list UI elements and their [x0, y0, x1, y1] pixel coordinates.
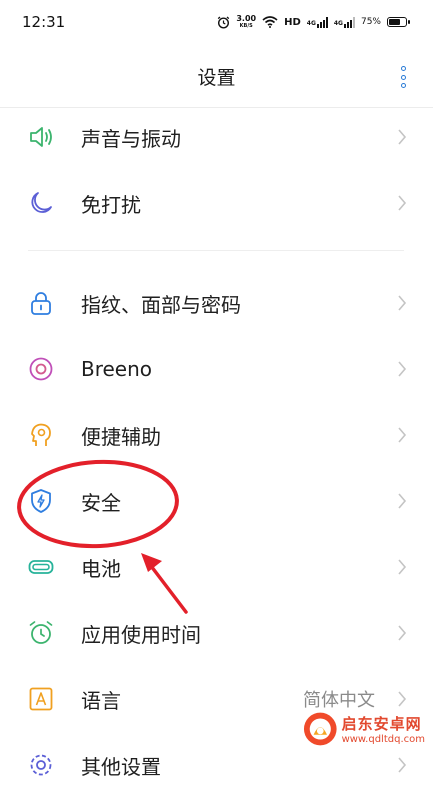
- network-speed-unit: KB/S: [239, 23, 253, 29]
- settings-item-convenience-aids[interactable]: 便捷辅助: [0, 402, 433, 468]
- battery-fill: [389, 19, 400, 25]
- status-icons: 3.00 KB/S HD 4G 4G 75%: [217, 14, 410, 30]
- sim2-network-type: 4G: [333, 19, 343, 27]
- chevron-right-icon: [398, 195, 407, 211]
- watermark: 启东安卓网 www.qdltdq.com: [303, 709, 425, 749]
- more-dot: [400, 66, 406, 71]
- network-speed-value: 3.00: [236, 14, 257, 23]
- watermark-text: 启东安卓网 www.qdltdq.com: [342, 713, 425, 745]
- battery-percent: 75%: [360, 17, 381, 27]
- settings-item-label: 便捷辅助: [81, 424, 161, 449]
- more-dot: [400, 74, 406, 80]
- more-options-button[interactable]: [399, 66, 407, 88]
- clock-icon: [29, 621, 53, 644]
- settings-item-label: 免打扰: [81, 192, 141, 217]
- lock-icon: [31, 292, 51, 315]
- status-bar: 12:31 3.00 KB/S HD 4G 4G 75%: [0, 0, 433, 44]
- sim1-signal: 4G: [306, 16, 328, 28]
- settings-item-security[interactable]: 安全: [0, 468, 433, 534]
- signal-icon: [316, 16, 328, 28]
- settings-item-label: 电池: [81, 556, 121, 581]
- battery-icon: [28, 560, 54, 574]
- settings-item-label: 语言: [81, 688, 121, 713]
- settings-item-battery[interactable]: 电池: [0, 534, 433, 600]
- shield-icon: [31, 489, 51, 513]
- sim1-network-type: 4G: [306, 19, 316, 27]
- more-dot: [400, 83, 406, 88]
- chevron-right-icon: [398, 129, 407, 145]
- settings-item-label: Breeno: [81, 357, 153, 381]
- chevron-right-icon: [398, 493, 407, 509]
- watermark-logo-icon: [303, 712, 337, 746]
- gear-icon: [30, 754, 52, 776]
- status-time: 12:31: [22, 13, 66, 31]
- section-divider: [28, 250, 404, 251]
- speaker-icon: [30, 127, 52, 147]
- settings-item-label: 声音与振动: [81, 126, 181, 151]
- chevron-right-icon: [398, 295, 407, 311]
- chevron-right-icon: [398, 559, 407, 575]
- settings-item-label: 其他设置: [81, 754, 161, 779]
- hd-indicator: HD: [284, 16, 301, 28]
- chevron-right-icon: [398, 757, 407, 773]
- language-icon: [29, 687, 53, 711]
- moon-icon: [31, 192, 52, 213]
- settings-item-app-usage-time[interactable]: 应用使用时间: [0, 600, 433, 666]
- settings-item-do-not-disturb[interactable]: 免打扰: [0, 170, 433, 236]
- chevron-right-icon: [398, 625, 407, 641]
- battery-icon: [387, 17, 410, 27]
- watermark-url: www.qdltdq.com: [341, 734, 425, 745]
- settings-item-label: 应用使用时间: [81, 622, 201, 647]
- sim2-signal: 4G: [333, 16, 355, 28]
- settings-item-fingerprint-face-password[interactable]: 指纹、面部与密码: [0, 270, 433, 336]
- network-speed: 3.00 KB/S: [236, 14, 257, 30]
- chevron-right-icon: [398, 691, 407, 707]
- title-bar: 设置: [0, 44, 433, 108]
- settings-item-label: 安全: [81, 490, 121, 515]
- settings-item-sound-vibration[interactable]: 声音与振动: [0, 104, 433, 170]
- settings-item-breeno[interactable]: Breeno: [0, 336, 433, 402]
- page-title: 设置: [197, 66, 236, 89]
- signal-icon: [343, 16, 355, 28]
- settings-item-label: 指纹、面部与密码: [81, 292, 241, 317]
- wifi-icon: [262, 16, 278, 28]
- chevron-right-icon: [398, 361, 407, 377]
- watermark-title: 启东安卓网: [341, 715, 422, 733]
- head-gear-icon: [31, 423, 51, 446]
- breeno-icon: [29, 357, 53, 381]
- alarm-icon: [218, 16, 230, 29]
- chevron-right-icon: [398, 427, 407, 443]
